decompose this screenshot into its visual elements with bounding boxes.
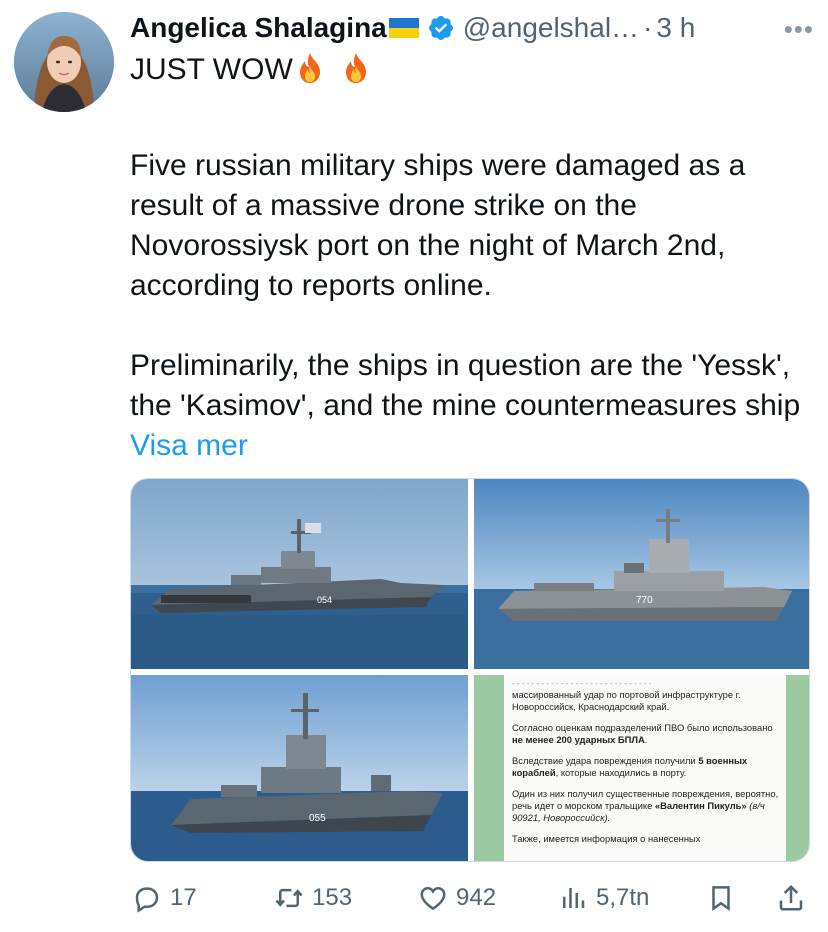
- action-bar: 17 153 942 5,7tn: [130, 876, 810, 920]
- author-handle[interactable]: @angelshal…: [463, 12, 639, 44]
- hull-number: 770: [636, 595, 653, 606]
- views-icon: [563, 888, 585, 908]
- document-screenshot[interactable]: - - - - - - - - - - - - - - - - - - - - …: [474, 675, 809, 861]
- ship-photo-770[interactable]: 770: [474, 479, 809, 669]
- share-icon: [779, 884, 803, 911]
- tweet-paragraph-1: Five russian military ships were damaged…: [130, 149, 746, 302]
- doc-paragraph-5: Также, имеется информация о нанесенных: [512, 833, 701, 844]
- timestamp[interactable]: 3 h: [656, 12, 695, 44]
- more-icon[interactable]: •••: [784, 14, 814, 45]
- doc-paragraph-1: массированный удар по портовой инфрастру…: [512, 689, 741, 712]
- show-more-link[interactable]: Visa mer: [130, 429, 248, 462]
- doc-paragraph-4: Один из них получил существенные поврежд…: [512, 788, 779, 823]
- ship-photo-055[interactable]: 055: [131, 675, 468, 861]
- avatar[interactable]: [14, 12, 114, 112]
- views-button[interactable]: 5,7tn: [558, 876, 649, 920]
- repost-icon: [275, 888, 303, 908]
- tweet-line-1: JUST WOW: [130, 50, 810, 90]
- bookmark-button[interactable]: [706, 876, 736, 920]
- bookmark-icon: [712, 886, 730, 912]
- ukraine-flag-icon: [388, 18, 419, 38]
- doc-paragraph-3: Вследствие удара повреждения получили 5 …: [512, 755, 748, 778]
- media-grid: 054 770 055 - - - - - - - - - - - - - - …: [130, 478, 810, 862]
- document-text: - - - - - - - - - - - - - - - - - - - - …: [504, 675, 786, 861]
- like-button[interactable]: 942: [418, 876, 496, 920]
- separator-dot: ·: [643, 12, 653, 43]
- reply-count: 17: [170, 884, 197, 911]
- verified-badge-icon[interactable]: [427, 14, 455, 42]
- like-icon: [420, 886, 446, 911]
- reply-icon: [135, 887, 159, 913]
- doc-paragraph-2: Согласно оценкам подразделений ПВО было …: [512, 722, 773, 745]
- fire-icon: [345, 53, 366, 83]
- views-count: 5,7tn: [596, 884, 650, 911]
- repost-count: 153: [312, 884, 353, 911]
- hull-number: 054: [317, 595, 332, 605]
- author-name[interactable]: Angelica Shalagina: [130, 12, 387, 44]
- share-button[interactable]: [776, 876, 806, 920]
- repost-button[interactable]: 153: [274, 876, 352, 920]
- hull-number: 055: [309, 813, 326, 824]
- reply-button[interactable]: 17: [132, 876, 197, 920]
- tweet-header: Angelica Shalagina @angelshal… · 3 h •••: [130, 8, 814, 48]
- tweet-paragraph-2: Preliminarily, the ships in question are…: [130, 349, 801, 462]
- like-count: 942: [456, 884, 497, 911]
- fire-icon: [299, 53, 320, 83]
- ship-photo-054[interactable]: 054: [131, 479, 468, 669]
- tweet-text: JUST WOW Five russian military ships wer…: [130, 50, 810, 466]
